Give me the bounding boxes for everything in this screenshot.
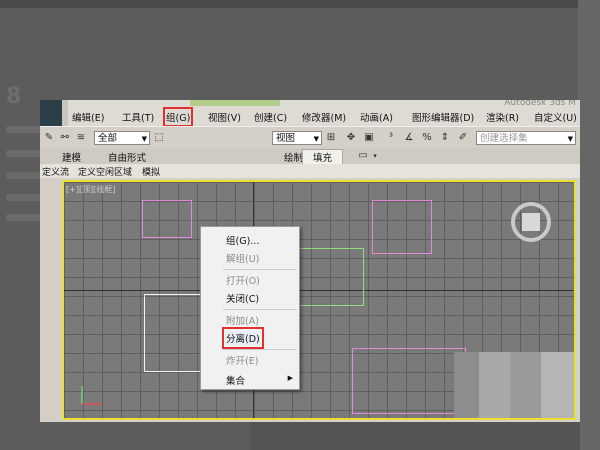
chevron-down-icon[interactable]: ▾	[368, 149, 382, 163]
world-axis-icon	[81, 386, 102, 405]
bind-icon[interactable]: ≋	[74, 131, 88, 145]
group-menu-item-open[interactable]: 打开(O)	[226, 273, 260, 287]
group-menu-item-ungroup[interactable]: 解组(U)	[226, 251, 259, 265]
app-window: Autodesk 3ds M 编辑(E) 工具(T) 组(G) 视图(V) 创建…	[40, 100, 580, 422]
define-idle-areas-button[interactable]: 定义空闲区域	[78, 165, 132, 178]
viewport-label[interactable]: [+][顶][线框]	[66, 184, 115, 195]
menu-separator	[223, 269, 297, 270]
select-object-icon[interactable]: ⬚	[152, 131, 166, 145]
tab-paint[interactable]: 绘制	[284, 150, 303, 164]
define-flows-button[interactable]: 定义流	[42, 165, 69, 178]
menu-modifiers[interactable]: 修改器(M)	[302, 110, 346, 124]
window-title: Autodesk 3ds M	[504, 100, 576, 108]
simulate-button[interactable]: 模拟	[142, 165, 160, 178]
background-top-band	[0, 0, 600, 8]
menu-animation[interactable]: 动画(A)	[360, 110, 393, 124]
ribbon-tabs: 建模 自由形式 绘制 填充 ▭ ▾	[40, 148, 580, 165]
menu-tools[interactable]: 工具(T)	[122, 110, 154, 124]
reference-coord-dropdown[interactable]: 视图	[272, 131, 322, 146]
tab-freeform[interactable]: 自由形式	[108, 150, 146, 164]
step-number: 8	[6, 84, 22, 109]
edit-named-sets-icon[interactable]: ✐	[456, 131, 470, 145]
top-viewport[interactable]: [+][顶][线框]	[62, 180, 576, 420]
tab-modeling[interactable]: 建模	[62, 150, 81, 164]
selection-filter-dropdown[interactable]: 全部	[94, 131, 150, 146]
pink-rectangle-left[interactable]	[142, 200, 192, 238]
menu-rendering[interactable]: 渲染(R)	[486, 110, 519, 124]
menu-bar: Autodesk 3ds M 编辑(E) 工具(T) 组(G) 视图(V) 创建…	[40, 100, 580, 127]
snap-icon[interactable]: ▣	[362, 131, 376, 145]
viewcube-icon[interactable]	[522, 213, 540, 231]
angle-snap-icon[interactable]: ∡	[402, 131, 416, 145]
group-menu-item-group[interactable]: 组(G)...	[226, 233, 259, 247]
menu-group[interactable]: 组(G)	[162, 107, 194, 127]
pink-rectangle-top-right[interactable]	[372, 200, 432, 254]
submenu-arrow-icon: ▶	[287, 374, 293, 382]
tab-populate[interactable]: 填充	[302, 149, 344, 165]
menu-create[interactable]: 创建(C)	[254, 110, 287, 124]
link-icon[interactable]: ✎	[42, 131, 56, 145]
group-menu-item-explode[interactable]: 炸开(E)	[226, 353, 258, 367]
menu-views[interactable]: 视图(V)	[208, 110, 241, 124]
background-bottom-panel	[250, 420, 580, 450]
group-menu-item-detach[interactable]: 分离(D)	[222, 327, 264, 349]
menu-graph-editors[interactable]: 图形编辑器(D)	[412, 110, 474, 124]
group-menu-item-attach[interactable]: 附加(A)	[226, 313, 259, 327]
main-toolbar: ✎ ⚯ ≋ 全部 ⬚ 视图 ⊞ ✥ ▣ ³ ∡ % ⇕ ✐ 创建选择集	[40, 126, 580, 149]
unlink-icon[interactable]: ⚯	[58, 131, 72, 145]
snap-3d-icon[interactable]: ³	[384, 131, 398, 145]
named-selection-set-dropdown[interactable]: 创建选择集	[476, 131, 576, 146]
group-menu-dropdown: 组(G)... 解组(U) 打开(O) 关闭(C) 附加(A) 分离(D) 炸开…	[200, 226, 300, 390]
group-menu-item-close[interactable]: 关闭(C)	[226, 291, 259, 305]
populate-panel-bar: 定义流 定义空闲区域 模拟	[40, 164, 580, 178]
app-logo-button[interactable]	[40, 100, 62, 126]
spinner-snap-icon[interactable]: ⇕	[438, 131, 452, 145]
menu-customize[interactable]: 自定义(U)	[534, 110, 577, 124]
percent-snap-icon[interactable]: %	[420, 131, 434, 145]
pivot-icon[interactable]: ⊞	[324, 131, 338, 145]
move-icon[interactable]: ✥	[344, 131, 358, 145]
menu-separator	[223, 349, 297, 350]
menu-edit[interactable]: 编辑(E)	[72, 110, 104, 124]
background-right-strip	[578, 0, 600, 450]
menu-separator	[223, 309, 297, 310]
quick-access-highlight	[190, 100, 280, 106]
group-menu-item-assembly[interactable]: 集合	[226, 373, 245, 387]
app-menu-arrow[interactable]	[62, 100, 68, 126]
blurred-overlay	[454, 352, 574, 418]
pink-rectangle-bottom[interactable]	[352, 348, 466, 414]
